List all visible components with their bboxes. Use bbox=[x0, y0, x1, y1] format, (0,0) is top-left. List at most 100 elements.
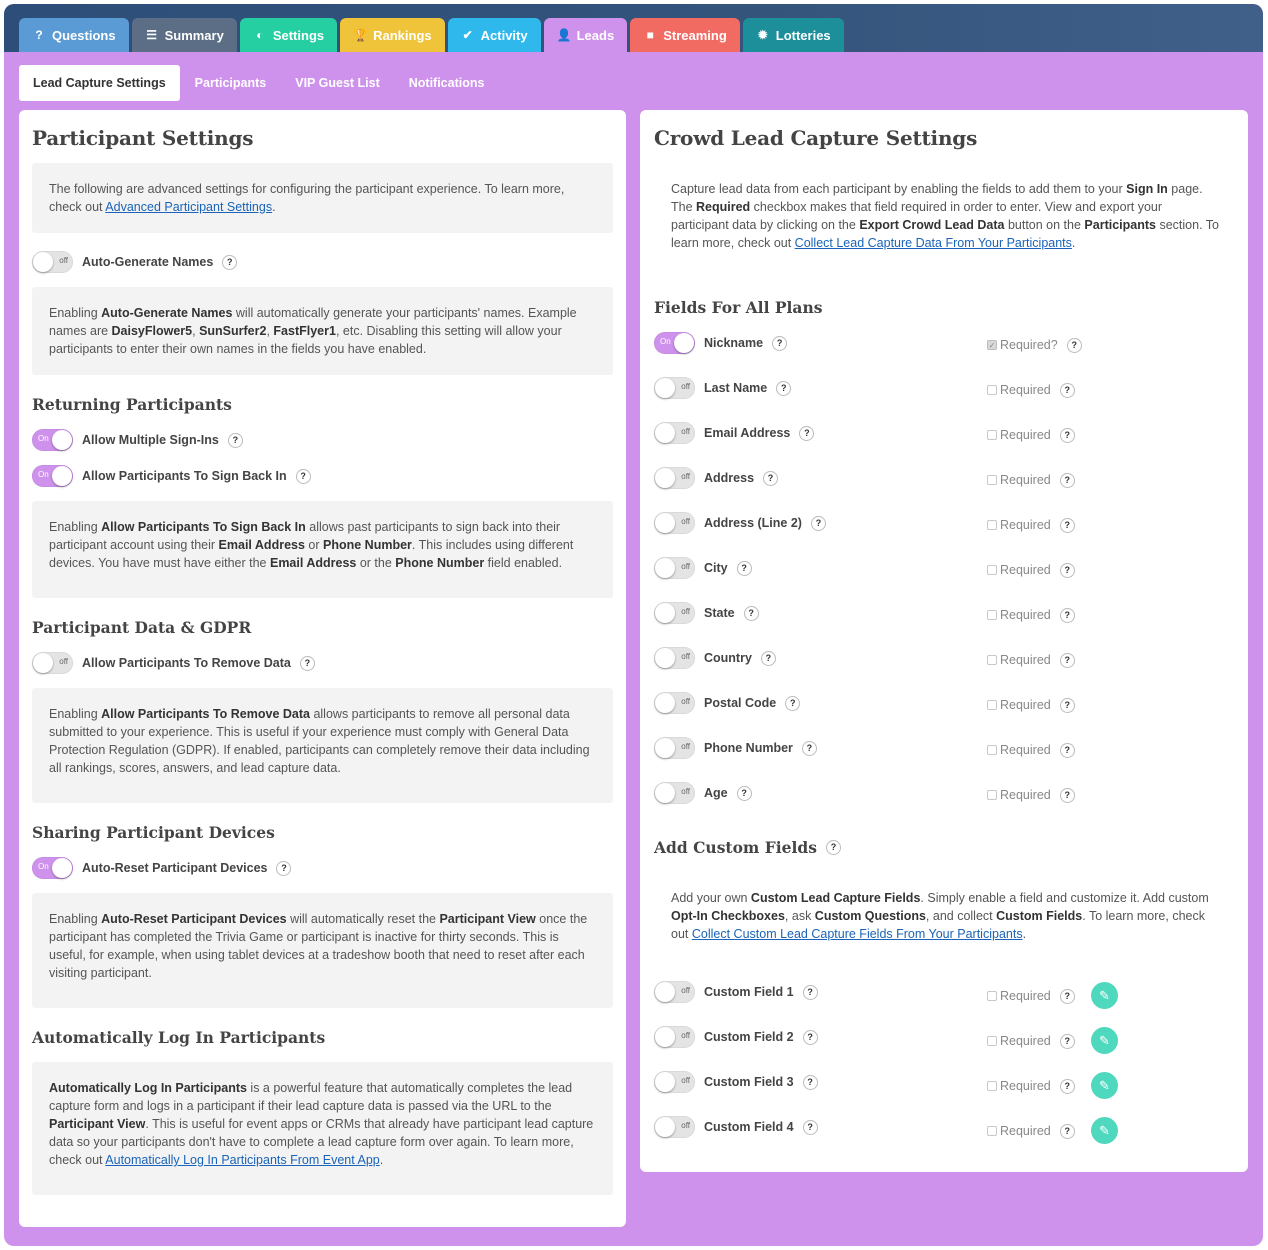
advanced-settings-link[interactable]: Advanced Participant Settings bbox=[105, 200, 272, 214]
help-icon[interactable]: ? bbox=[227, 432, 243, 448]
tab-settings[interactable]: ◐ Settings bbox=[239, 18, 338, 52]
field-toggle[interactable]: off bbox=[654, 1071, 695, 1093]
help-icon[interactable]: ? bbox=[299, 655, 315, 671]
subtab-lead-capture-settings[interactable]: Lead Capture Settings bbox=[19, 65, 180, 101]
help-icon[interactable]: ? bbox=[825, 839, 841, 855]
tab-streaming[interactable]: ■ Streaming bbox=[630, 18, 740, 52]
subtab-notifications[interactable]: Notifications bbox=[395, 65, 499, 101]
help-icon[interactable]: ? bbox=[802, 984, 818, 1000]
required-checkbox[interactable] bbox=[987, 991, 997, 1001]
help-icon[interactable]: ? bbox=[222, 254, 238, 270]
required-checkbox[interactable] bbox=[987, 430, 997, 440]
gear-icon: ✹ bbox=[757, 28, 768, 42]
field-toggle[interactable]: On bbox=[654, 332, 695, 354]
help-icon[interactable]: ? bbox=[810, 515, 826, 531]
auto-login-link[interactable]: Automatically Log In Participants From E… bbox=[105, 1153, 379, 1167]
required-checkbox[interactable] bbox=[987, 1081, 997, 1091]
help-icon[interactable]: ? bbox=[802, 1029, 818, 1045]
help-icon[interactable]: ? bbox=[1059, 697, 1075, 713]
remove-data-toggle[interactable]: off bbox=[32, 652, 73, 674]
question-icon: ? bbox=[35, 28, 43, 42]
help-icon[interactable]: ? bbox=[743, 605, 759, 621]
help-icon[interactable]: ? bbox=[1059, 1123, 1075, 1139]
required-checkbox[interactable] bbox=[987, 520, 997, 530]
help-icon[interactable]: ? bbox=[1059, 517, 1075, 533]
subtab-vip-guest-list[interactable]: VIP Guest List bbox=[281, 65, 394, 101]
help-icon[interactable]: ? bbox=[1059, 382, 1075, 398]
tab-rankings[interactable]: 🏆 Rankings bbox=[340, 18, 445, 52]
auto-reset-toggle[interactable]: On bbox=[32, 857, 73, 879]
field-toggle[interactable]: off bbox=[654, 692, 695, 714]
help-icon[interactable]: ? bbox=[801, 740, 817, 756]
field-toggle[interactable]: off bbox=[654, 512, 695, 534]
help-icon[interactable]: ? bbox=[736, 785, 752, 801]
field-toggle[interactable]: off bbox=[654, 737, 695, 759]
field-toggle[interactable]: off bbox=[654, 422, 695, 444]
help-icon[interactable]: ? bbox=[802, 1119, 818, 1135]
required-option: Required? bbox=[987, 739, 1075, 761]
help-icon[interactable]: ? bbox=[772, 335, 788, 351]
required-checkbox[interactable] bbox=[987, 790, 997, 800]
help-icon[interactable]: ? bbox=[776, 380, 792, 396]
required-checkbox[interactable] bbox=[987, 1036, 997, 1046]
field-toggle[interactable]: off bbox=[654, 1026, 695, 1048]
help-icon[interactable]: ? bbox=[1059, 787, 1075, 803]
help-icon[interactable]: ? bbox=[760, 650, 776, 666]
required-checkbox[interactable] bbox=[987, 1126, 997, 1136]
required-checkbox[interactable] bbox=[987, 475, 997, 485]
help-icon[interactable]: ? bbox=[1059, 652, 1075, 668]
required-checkbox[interactable] bbox=[987, 385, 997, 395]
help-icon[interactable]: ? bbox=[1059, 562, 1075, 578]
field-label: Age bbox=[704, 786, 728, 800]
tab-questions[interactable]: ? Questions bbox=[19, 18, 129, 52]
participant-settings-panel: Participant Settings The following are a… bbox=[19, 110, 626, 1227]
edit-pencil-icon[interactable]: ✎ bbox=[1091, 1027, 1118, 1054]
gdpr-heading: Participant Data & GDPR bbox=[32, 618, 252, 637]
help-icon[interactable]: ? bbox=[1059, 607, 1075, 623]
help-icon[interactable]: ? bbox=[1059, 427, 1075, 443]
help-icon[interactable]: ? bbox=[276, 860, 292, 876]
sign-back-in-toggle[interactable]: On bbox=[32, 465, 73, 487]
required-checkbox[interactable] bbox=[987, 610, 997, 620]
field-toggle[interactable]: off bbox=[654, 377, 695, 399]
required-checkbox[interactable] bbox=[987, 655, 997, 665]
help-icon[interactable]: ? bbox=[802, 1074, 818, 1090]
field-toggle[interactable]: off bbox=[654, 647, 695, 669]
tab-summary[interactable]: ☰ Summary bbox=[131, 18, 237, 52]
field-toggle[interactable]: off bbox=[654, 782, 695, 804]
help-icon[interactable]: ? bbox=[736, 560, 752, 576]
tab-lotteries[interactable]: ✹ Lotteries bbox=[742, 18, 844, 52]
help-icon[interactable]: ? bbox=[785, 695, 801, 711]
help-icon[interactable]: ? bbox=[799, 425, 815, 441]
collect-lead-data-link[interactable]: Collect Lead Capture Data From Your Part… bbox=[795, 236, 1072, 250]
required-checkbox[interactable]: ✓ bbox=[987, 340, 997, 350]
help-icon[interactable]: ? bbox=[1059, 472, 1075, 488]
help-icon[interactable]: ? bbox=[295, 468, 311, 484]
field-toggle[interactable]: off bbox=[654, 1116, 695, 1138]
sign-back-in-row: On Allow Participants To Sign Back In ? bbox=[32, 465, 311, 487]
field-toggle[interactable]: off bbox=[654, 981, 695, 1003]
help-icon[interactable]: ? bbox=[1059, 742, 1075, 758]
collect-custom-fields-link[interactable]: Collect Custom Lead Capture Fields From … bbox=[692, 927, 1023, 941]
subtab-participants[interactable]: Participants bbox=[181, 65, 281, 101]
edit-pencil-icon[interactable]: ✎ bbox=[1091, 1072, 1118, 1099]
required-checkbox[interactable] bbox=[987, 700, 997, 710]
field-toggle[interactable]: off bbox=[654, 467, 695, 489]
required-checkbox[interactable] bbox=[987, 745, 997, 755]
help-icon[interactable]: ? bbox=[1066, 337, 1082, 353]
toggle-icon: ◐ bbox=[256, 28, 264, 42]
tab-activity[interactable]: ✔ Activity bbox=[447, 18, 541, 52]
edit-pencil-icon[interactable]: ✎ bbox=[1091, 982, 1118, 1009]
help-icon[interactable]: ? bbox=[1059, 1033, 1075, 1049]
help-icon[interactable]: ? bbox=[763, 470, 779, 486]
help-icon[interactable]: ? bbox=[1059, 988, 1075, 1004]
help-icon[interactable]: ? bbox=[1059, 1078, 1075, 1094]
field-label: Nickname bbox=[704, 336, 764, 350]
auto-generate-names-toggle[interactable]: off bbox=[32, 251, 73, 273]
field-toggle[interactable]: off bbox=[654, 557, 695, 579]
field-toggle[interactable]: off bbox=[654, 602, 695, 624]
required-checkbox[interactable] bbox=[987, 565, 997, 575]
tab-leads[interactable]: 👤 Leads bbox=[543, 18, 628, 52]
multiple-signins-toggle[interactable]: On bbox=[32, 429, 73, 451]
edit-pencil-icon[interactable]: ✎ bbox=[1091, 1117, 1118, 1144]
